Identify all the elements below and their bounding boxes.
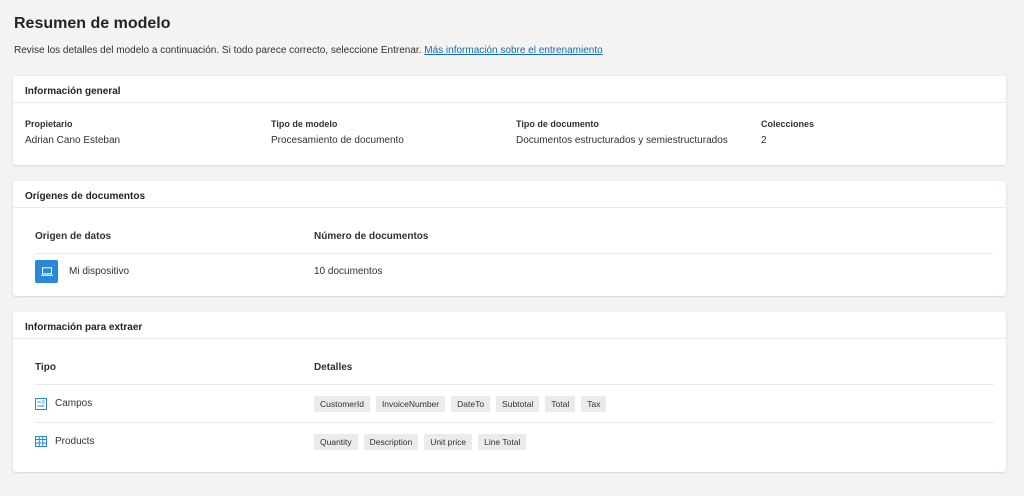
col-data-source: Origen de datos <box>35 231 112 242</box>
tag-customerid: CustomerId <box>314 395 370 412</box>
source-name-cell: Mi dispositivo <box>35 254 129 288</box>
model-type-value: Procesamiento de documento <box>271 135 404 146</box>
type-name-cell: Campos <box>35 385 92 422</box>
document-type-value: Documentos estructurados y semiestructur… <box>516 135 728 146</box>
tag-tax: Tax <box>581 395 607 412</box>
model-type-field: Tipo de modelo Procesamiento de document… <box>271 119 404 146</box>
tag-invoicenumber: InvoiceNumber <box>375 395 446 412</box>
details-cell: CustomerId InvoiceNumber DateTo Subtotal… <box>314 385 607 422</box>
page-subtitle: Revise los detalles del modelo a continu… <box>14 45 603 56</box>
fields-icon <box>35 397 47 410</box>
model-type-label: Tipo de modelo <box>271 119 338 129</box>
general-info-header: Información general <box>13 76 1006 103</box>
collections-value: 2 <box>761 135 767 146</box>
tag-description: Description <box>363 433 419 450</box>
extract-table: Tipo Detalles Campos CustomerId InvoiceN… <box>35 339 994 460</box>
model-summary-page: Resumen de modelo Revise los detalles de… <box>0 0 1024 496</box>
document-type-label: Tipo de documento <box>516 119 599 129</box>
tag-quantity: Quantity <box>314 433 358 450</box>
details-cell: Quantity Description Unit price Line Tot… <box>314 423 527 460</box>
owner-label: Propietario <box>25 119 73 129</box>
learn-more-link[interactable]: Más información sobre el entrenamiento <box>424 45 602 56</box>
general-info-card: Información general Propietario Adrian C… <box>13 76 1006 165</box>
tag-line-total: Line Total <box>478 433 527 450</box>
collections-field: Colecciones 2 <box>761 119 814 146</box>
laptop-icon <box>35 259 58 283</box>
extract-info-header: Información para extraer <box>13 312 1006 339</box>
extract-table-header: Tipo Detalles <box>35 339 994 385</box>
tag-unit-price: Unit price <box>424 433 473 450</box>
type-name: Products <box>55 436 95 447</box>
owner-field: Propietario Adrian Cano Esteban <box>25 119 120 146</box>
type-name: Campos <box>55 398 93 409</box>
source-name: Mi dispositivo <box>69 265 130 277</box>
sources-table: Origen de datos Número de documentos Mi … <box>35 208 994 288</box>
subtitle-text: Revise los detalles del modelo a continu… <box>14 45 422 56</box>
tag-dateto: DateTo <box>451 395 491 412</box>
document-sources-header: Orígenes de documentos <box>13 181 1006 208</box>
col-document-count: Número de documentos <box>314 231 429 242</box>
table-column-tags: Quantity Description Unit price Line Tot… <box>314 433 527 450</box>
table-row[interactable]: Campos CustomerId InvoiceNumber DateTo S… <box>35 385 994 423</box>
source-count: 10 documentos <box>314 265 383 277</box>
col-details: Detalles <box>314 362 353 373</box>
table-icon <box>35 436 47 448</box>
general-info-grid: Propietario Adrian Cano Esteban Tipo de … <box>13 103 1006 165</box>
col-type: Tipo <box>35 362 56 373</box>
collections-label: Colecciones <box>761 119 815 129</box>
tag-subtotal: Subtotal <box>496 395 540 412</box>
type-name-cell: Products <box>35 423 94 460</box>
document-type-field: Tipo de documento Documentos estructurad… <box>516 119 728 146</box>
page-title: Resumen de modelo <box>14 15 171 32</box>
table-row[interactable]: Products Quantity Description Unit price… <box>35 423 994 460</box>
sources-table-header: Origen de datos Número de documentos <box>35 208 994 254</box>
field-tags: CustomerId InvoiceNumber DateTo Subtotal… <box>314 395 607 412</box>
table-row[interactable]: Mi dispositivo 10 documentos <box>35 254 994 288</box>
document-sources-card: Orígenes de documentos Origen de datos N… <box>13 181 1006 296</box>
owner-value: Adrian Cano Esteban <box>25 135 121 146</box>
tag-total: Total <box>545 395 576 412</box>
extract-info-card: Información para extraer Tipo Detalles C… <box>13 312 1006 472</box>
